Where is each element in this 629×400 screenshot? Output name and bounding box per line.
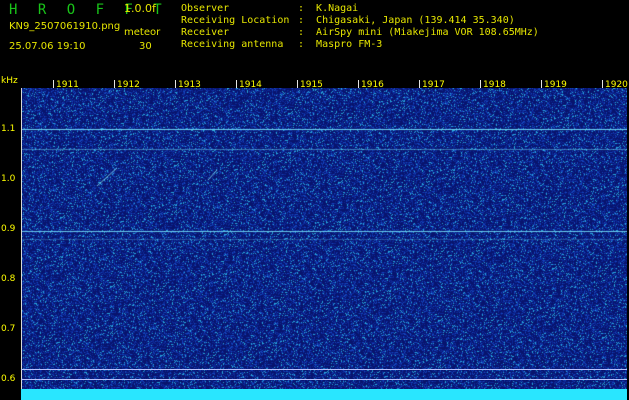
spectrogram-canvas (21, 88, 627, 400)
reference-line-lower (21, 379, 627, 380)
carrier-band (21, 389, 627, 400)
freq-tick-label: 0.9 (1, 224, 16, 234)
file-name: KN9_2507061910.png (9, 21, 121, 32)
spectrogram-plot[interactable] (21, 88, 627, 400)
app-version: 1.0.0f (124, 2, 156, 15)
receiver-value: : AirSpy mini (Miakejima VOR 108.65MHz) (298, 27, 539, 38)
antenna-value: : Maspro FM-3 (298, 39, 383, 50)
interval-label: 30 (139, 41, 152, 52)
datetime-label: 25.07.06 19:10 (9, 41, 86, 52)
freq-tick-label: 0.7 (1, 324, 16, 334)
header-panel: H R O F F T 1.0.0f KN9_2507061910.png me… (0, 0, 629, 76)
location-key: Receiving Location (181, 15, 290, 26)
freq-tick-label: 1.0 (1, 174, 16, 184)
antenna-key: Receiving antenna (181, 39, 284, 50)
reference-line-upper (21, 369, 627, 370)
observer-value: : K.Nagai (298, 3, 359, 14)
location-value: : Chigasaki, Japan (139.414 35.340) (298, 15, 515, 26)
freq-unit-label: kHz (1, 76, 18, 86)
observer-key: Observer (181, 3, 230, 14)
mode-label: meteor (124, 27, 161, 38)
receiver-key: Receiver (181, 27, 230, 38)
freq-tick-label: 0.6 (1, 374, 16, 384)
freq-tick-label: 0.8 (1, 274, 16, 284)
freq-tick-label: 1.1 (1, 124, 16, 134)
plot-left-border (21, 88, 22, 389)
